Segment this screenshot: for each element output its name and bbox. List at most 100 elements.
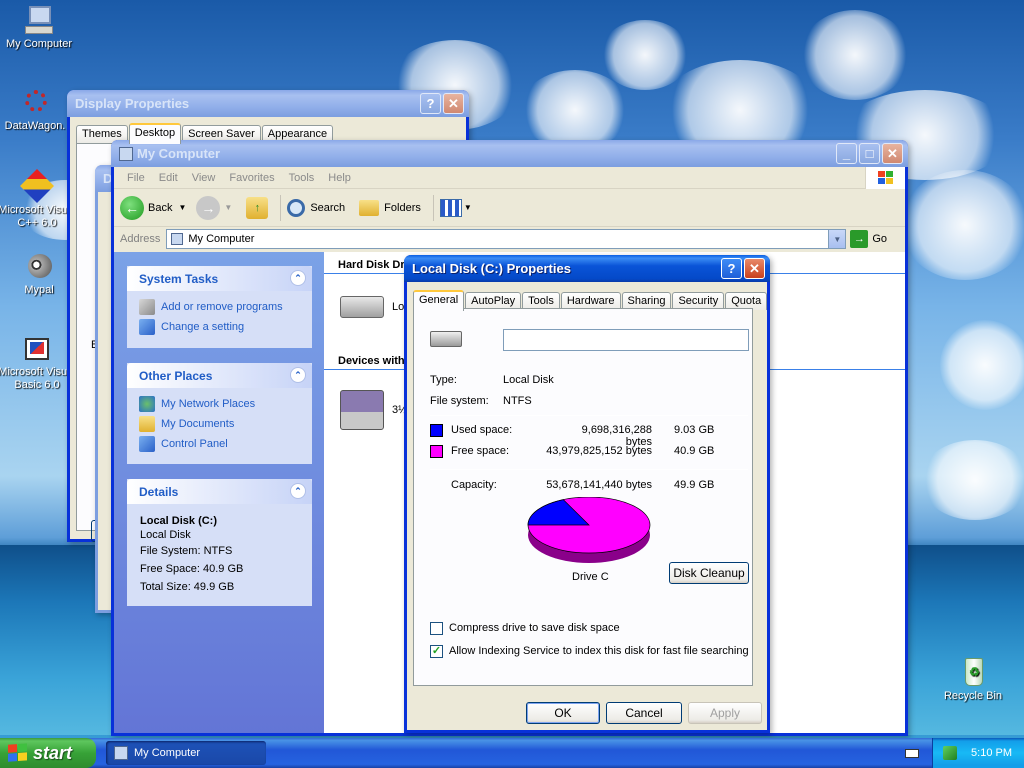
task-change-setting[interactable]: Change a setting: [127, 317, 312, 337]
desktop-icon-datawagon[interactable]: DataWagon.: [0, 86, 74, 133]
keyboard-icon[interactable]: [905, 749, 919, 758]
tab-general[interactable]: General: [413, 290, 465, 311]
network-tray-icon[interactable]: [943, 746, 958, 760]
used-space-gb: 9.03 GB: [674, 424, 715, 436]
menu-view[interactable]: View: [192, 172, 216, 184]
menu-edit[interactable]: Edit: [159, 172, 178, 184]
drive-c-item[interactable]: Lo: [340, 296, 404, 318]
indexing-checkbox[interactable]: ✓: [430, 645, 443, 658]
computer-icon: [171, 233, 184, 245]
desktop-icon-my-computer[interactable]: My Computer: [0, 4, 78, 51]
views-button[interactable]: ▼: [439, 198, 472, 217]
floppy-drive-item[interactable]: 3½: [340, 390, 407, 430]
file-system-value: NTFS: [503, 395, 532, 407]
type-label: Type:: [430, 374, 457, 386]
up-folder-button[interactable]: ↑: [246, 196, 269, 219]
collapse-chevron-icon[interactable]: ⌃: [290, 367, 306, 383]
capacity-label: Capacity:: [451, 479, 497, 491]
tab-desktop[interactable]: Desktop: [128, 123, 182, 144]
disk-cleanup-button[interactable]: Disk Cleanup: [669, 562, 749, 584]
used-space-label: Used space:: [451, 424, 513, 436]
folders-icon: [359, 199, 380, 216]
disk-properties-titlebar[interactable]: Local Disk (C:) Properties ? ✕: [404, 255, 770, 282]
compress-checkbox[interactable]: [430, 622, 443, 635]
menu-tools[interactable]: Tools: [289, 172, 315, 184]
control-panel-icon: [139, 319, 155, 335]
windows-flag-icon: [8, 743, 28, 762]
my-computer-titlebar[interactable]: My Computer _ □ ✕: [111, 140, 908, 167]
go-button[interactable]: → Go: [850, 230, 887, 248]
add-remove-programs-icon: [139, 299, 155, 315]
details-header[interactable]: Details ⌃: [127, 479, 312, 504]
place-my-network-places[interactable]: My Network Places: [127, 394, 312, 414]
recycle-bin-icon: ♻: [957, 656, 989, 688]
maximize-button[interactable]: □: [859, 143, 880, 164]
file-system-label: File system:: [430, 395, 489, 407]
free-space-bytes: 43,979,825,152 bytes: [546, 445, 652, 457]
search-button[interactable]: Search: [287, 198, 345, 217]
toolbar: ← Back ▼ → ▼ ↑ Search Folders ▼: [114, 189, 905, 227]
capacity-bytes: 53,678,141,440 bytes: [546, 479, 652, 491]
visual-basic-icon: [21, 332, 53, 364]
menu-file[interactable]: File: [127, 172, 145, 184]
hard-drive-icon: [430, 331, 462, 347]
start-button[interactable]: start: [0, 738, 96, 768]
clock: 5:10 PM: [971, 747, 1012, 759]
minimize-button[interactable]: _: [836, 143, 857, 164]
ok-button[interactable]: OK: [526, 702, 600, 724]
desktop-icon-visual-cpp[interactable]: Microsoft Visual C++ 6.0: [0, 169, 76, 230]
close-button[interactable]: ✕: [744, 258, 765, 279]
go-arrow-icon: →: [850, 230, 869, 248]
menu-favorites[interactable]: Favorites: [229, 172, 274, 184]
forward-button[interactable]: → ▼: [196, 195, 233, 220]
place-control-panel[interactable]: Control Panel: [127, 434, 312, 454]
display-properties-titlebar[interactable]: Display Properties ? ✕: [67, 90, 469, 117]
free-space-label: Free space:: [451, 445, 510, 457]
folders-button[interactable]: Folders: [359, 199, 421, 216]
menu-help[interactable]: Help: [328, 172, 351, 184]
free-space-gb: 40.9 GB: [674, 445, 715, 457]
back-button[interactable]: ← Back ▼: [120, 195, 187, 220]
other-places-panel: Other Places ⌃ My Network Places My Docu…: [127, 363, 312, 464]
details-free-space: Free Space: 40.9 GB: [140, 563, 244, 575]
type-value: Local Disk: [503, 374, 554, 386]
chevron-down-icon: ▼: [224, 203, 233, 212]
chevron-down-icon: ▼: [178, 203, 187, 212]
views-icon: [439, 198, 462, 217]
details-file-system: File System: NTFS: [140, 545, 233, 557]
chevron-down-icon: ▼: [463, 203, 472, 212]
address-dropdown-button[interactable]: ▼: [828, 230, 846, 248]
capacity-gb: 49.9 GB: [674, 479, 715, 491]
close-button[interactable]: ✕: [443, 93, 464, 114]
disk-usage-pie-chart: [527, 497, 651, 563]
other-places-header[interactable]: Other Places ⌃: [127, 363, 312, 388]
help-button[interactable]: ?: [420, 93, 441, 114]
system-tray: 5:10 PM: [932, 738, 1024, 768]
task-add-remove-programs[interactable]: Add or remove programs: [127, 297, 312, 317]
back-arrow-icon: ←: [120, 195, 144, 220]
taskbar: start My Computer 5:10 PM: [0, 738, 1024, 768]
datawagon-icon: [19, 86, 51, 118]
desktop-icon-recycle-bin[interactable]: ♻ Recycle Bin: [934, 656, 1012, 703]
indexing-label: Allow Indexing Service to index this dis…: [449, 645, 749, 657]
cancel-button[interactable]: Cancel: [606, 702, 682, 724]
desktop-icon-visual-basic[interactable]: Microsoft Visual Basic 6.0: [0, 332, 76, 392]
system-tasks-header[interactable]: System Tasks ⌃: [127, 266, 312, 291]
search-icon: [287, 198, 306, 217]
place-my-documents[interactable]: My Documents: [127, 414, 312, 434]
apply-button[interactable]: Apply: [688, 702, 762, 724]
used-space-swatch: [430, 424, 443, 437]
taskbar-item-my-computer[interactable]: My Computer: [106, 741, 266, 765]
details-name: Local Disk (C:): [140, 515, 218, 527]
address-input[interactable]: My Computer ▼: [166, 229, 847, 249]
disk-properties-window[interactable]: Local Disk (C:) Properties ? ✕ General A…: [404, 255, 770, 733]
hard-drive-icon: [340, 296, 384, 318]
volume-label-input[interactable]: [503, 329, 749, 351]
close-button[interactable]: ✕: [882, 143, 903, 164]
collapse-chevron-icon[interactable]: ⌃: [290, 483, 306, 499]
help-button[interactable]: ?: [721, 258, 742, 279]
free-space-swatch: [430, 445, 443, 458]
floppy-drive-icon: [340, 390, 384, 430]
collapse-chevron-icon[interactable]: ⌃: [290, 270, 306, 286]
details-panel: Details ⌃ Local Disk (C:) Local Disk Fil…: [127, 479, 312, 606]
